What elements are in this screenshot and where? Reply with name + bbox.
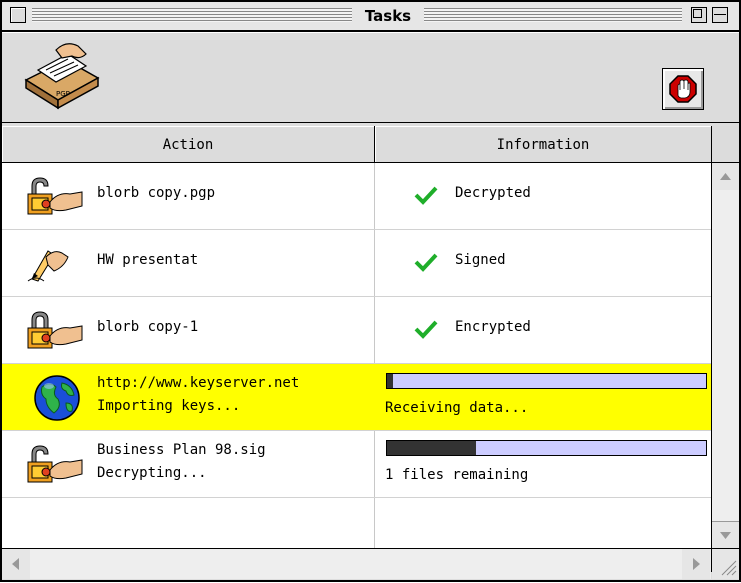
triangle-down-icon — [720, 532, 731, 539]
task-list: blorb copy.pgp Decrypted HW presentat Si… — [2, 163, 712, 572]
triangle-right-icon — [693, 558, 700, 570]
horizontal-scrollbar[interactable] — [2, 548, 711, 579]
task-row-selected[interactable]: http://www.keyserver.net Importing keys.… — [2, 364, 711, 431]
task-row[interactable]: blorb copy.pgp Decrypted — [2, 163, 711, 230]
task-status: Decrypting... — [97, 465, 207, 481]
task-info: Encrypted — [455, 319, 531, 335]
progress-bar — [386, 373, 707, 389]
scroll-right-arrow[interactable] — [682, 549, 710, 579]
svg-text:PGP: PGP — [56, 90, 70, 98]
scroll-down-arrow[interactable] — [712, 521, 739, 549]
progress-fill — [387, 441, 477, 455]
task-row[interactable]: blorb copy-1 Encrypted — [2, 297, 711, 364]
progress-bar — [386, 440, 707, 456]
column-header: Action Information — [2, 126, 739, 163]
task-row[interactable]: Business Plan 98.sig Decrypting... 1 fil… — [2, 431, 711, 498]
task-name: blorb copy.pgp — [97, 185, 216, 201]
checkmark-icon — [414, 320, 438, 339]
checkmark-icon — [414, 186, 438, 205]
task-name: HW presentat — [97, 252, 199, 268]
task-name: Business Plan 98.sig — [97, 442, 266, 458]
lock-key-icon — [27, 311, 83, 349]
title-bar[interactable]: Tasks — [2, 2, 739, 32]
task-info: Decrypted — [455, 185, 531, 201]
scroll-up-arrow[interactable] — [712, 163, 739, 190]
collapse-box[interactable] — [712, 7, 728, 23]
task-info: 1 files remaining — [385, 467, 529, 483]
task-name: http://www.keyserver.net — [97, 375, 300, 391]
task-info: Signed — [455, 252, 506, 268]
triangle-left-icon — [12, 558, 19, 570]
column-action-header[interactable]: Action — [2, 126, 375, 162]
header-corner — [712, 126, 739, 162]
globe-icon — [34, 375, 80, 421]
stop-button[interactable] — [662, 68, 704, 110]
resize-grip[interactable] — [712, 548, 739, 579]
close-box[interactable] — [10, 7, 26, 23]
pgp-tray-icon: PGP — [24, 43, 100, 110]
task-status: Importing keys... — [97, 398, 241, 414]
vertical-scrollbar[interactable] — [712, 163, 739, 572]
grow-box-icon — [721, 560, 737, 576]
scroll-left-arrow[interactable] — [2, 549, 30, 579]
zoom-box[interactable] — [691, 7, 707, 23]
column-information-header[interactable]: Information — [375, 126, 712, 162]
stop-hand-icon — [669, 75, 697, 103]
pen-sign-icon — [27, 250, 69, 282]
unlock-key-icon — [27, 177, 83, 215]
toolbar: PGP — [2, 32, 739, 123]
checkmark-icon — [414, 253, 438, 272]
window-title: Tasks — [352, 5, 424, 27]
triangle-up-icon — [720, 173, 731, 180]
progress-fill — [387, 374, 394, 388]
tasks-window: Tasks PGP Action Information blorb copy.… — [0, 0, 741, 582]
task-info: Receiving data... — [385, 400, 529, 416]
unlock-key-icon — [27, 445, 83, 483]
task-name: blorb copy-1 — [97, 319, 199, 335]
task-row[interactable]: HW presentat Signed — [2, 230, 711, 297]
